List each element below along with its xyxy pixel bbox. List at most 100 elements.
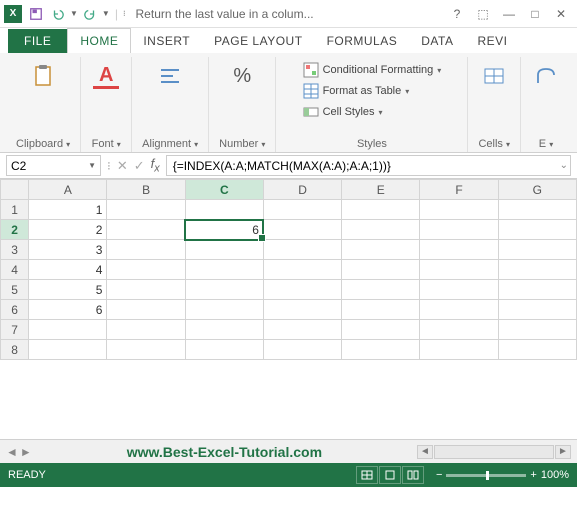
cell[interactable] (420, 340, 498, 360)
cell-C2[interactable]: 6 (185, 220, 263, 240)
undo-button[interactable] (48, 4, 68, 24)
cell[interactable] (263, 240, 341, 260)
cell[interactable] (498, 320, 576, 340)
cell[interactable] (107, 320, 185, 340)
row-header-2[interactable]: 2 (1, 220, 29, 240)
cell[interactable] (342, 200, 420, 220)
cell-styles-button[interactable]: Cell Styles ▾ (303, 103, 383, 121)
name-box-dropdown[interactable]: ▼ (88, 161, 96, 170)
cell[interactable] (29, 320, 107, 340)
cell-A3[interactable]: 3 (29, 240, 107, 260)
cell[interactable] (420, 240, 498, 260)
cell[interactable] (342, 300, 420, 320)
cell[interactable] (498, 240, 576, 260)
save-button[interactable] (26, 4, 46, 24)
cell-A5[interactable]: 5 (29, 280, 107, 300)
tab-file[interactable]: FILE (8, 29, 67, 53)
cell[interactable] (263, 300, 341, 320)
row-header-1[interactable]: 1 (1, 200, 29, 220)
row-header-7[interactable]: 7 (1, 320, 29, 340)
cell[interactable] (185, 320, 263, 340)
cell[interactable] (342, 260, 420, 280)
cell[interactable] (263, 260, 341, 280)
cell[interactable] (263, 200, 341, 220)
row-header-6[interactable]: 6 (1, 300, 29, 320)
clipboard-button[interactable] (28, 61, 58, 91)
number-launcher[interactable]: ▾ (261, 140, 265, 149)
view-page-break-button[interactable] (402, 466, 424, 484)
cell[interactable] (107, 200, 185, 220)
cell[interactable] (498, 260, 576, 280)
cell[interactable] (498, 300, 576, 320)
hscroll-right[interactable]: ► (555, 445, 571, 459)
format-as-table-button[interactable]: Format as Table ▾ (303, 82, 410, 100)
redo-dropdown[interactable]: ▼ (102, 9, 110, 18)
cell[interactable] (185, 340, 263, 360)
maximize-button[interactable]: □ (523, 4, 547, 24)
cell[interactable] (342, 320, 420, 340)
cell[interactable] (420, 300, 498, 320)
clipboard-launcher[interactable]: ▾ (66, 140, 70, 149)
cell[interactable] (185, 240, 263, 260)
tab-data[interactable]: DATA (409, 29, 465, 53)
select-all-corner[interactable] (1, 180, 29, 200)
help-button[interactable]: ? (445, 4, 469, 24)
cell[interactable] (185, 200, 263, 220)
cells-launcher[interactable]: ▾ (506, 140, 510, 149)
close-button[interactable]: ✕ (549, 4, 573, 24)
cell[interactable] (107, 280, 185, 300)
name-box[interactable]: C2 ▼ (6, 155, 101, 176)
font-button[interactable]: A (91, 61, 121, 91)
cell[interactable] (420, 200, 498, 220)
cell-A1[interactable]: 1 (29, 200, 107, 220)
col-header-D[interactable]: D (263, 180, 341, 200)
hscroll-bar[interactable] (434, 445, 554, 459)
cell[interactable] (185, 280, 263, 300)
cell[interactable] (107, 340, 185, 360)
qat-customize[interactable]: ⁝ (123, 9, 126, 18)
alignment-launcher[interactable]: ▾ (194, 140, 198, 149)
zoom-slider[interactable] (446, 474, 526, 477)
ribbon-toggle-button[interactable]: ⬚ (471, 4, 495, 24)
cell[interactable] (263, 320, 341, 340)
tab-formulas[interactable]: FORMULAS (315, 29, 410, 53)
number-button[interactable]: % (227, 61, 257, 91)
zoom-out-button[interactable]: − (436, 469, 442, 481)
cell[interactable] (498, 340, 576, 360)
redo-button[interactable] (80, 4, 100, 24)
cell-A4[interactable]: 4 (29, 260, 107, 280)
cell[interactable] (420, 280, 498, 300)
sheet-tab-link[interactable]: www.Best-Excel-Tutorial.com (38, 444, 411, 460)
sheet-next-button[interactable]: ► (20, 445, 32, 459)
fx-icon[interactable]: fx (151, 156, 160, 175)
enter-formula-button[interactable]: ✓ (134, 158, 145, 174)
editing-button[interactable] (531, 61, 561, 91)
col-header-C[interactable]: C (185, 180, 263, 200)
alignment-button[interactable] (155, 61, 185, 91)
cell-A2[interactable]: 2 (29, 220, 107, 240)
view-page-layout-button[interactable] (379, 466, 401, 484)
formula-bar[interactable]: {=INDEX(A:A;MATCH(MAX(A:A);A:A;1))} ⌄ (166, 155, 571, 176)
cell[interactable] (107, 240, 185, 260)
row-header-3[interactable]: 3 (1, 240, 29, 260)
cell[interactable] (420, 260, 498, 280)
col-header-A[interactable]: A (29, 180, 107, 200)
col-header-B[interactable]: B (107, 180, 185, 200)
cell[interactable] (342, 280, 420, 300)
row-header-8[interactable]: 8 (1, 340, 29, 360)
name-box-more[interactable]: ⁝ (107, 159, 111, 173)
cell[interactable] (185, 260, 263, 280)
spreadsheet-grid[interactable]: A B C D E F G 11 226 33 44 55 66 7 8 (0, 179, 577, 360)
cell[interactable] (342, 240, 420, 260)
font-launcher[interactable]: ▾ (117, 140, 121, 149)
cell[interactable] (498, 220, 576, 240)
cell[interactable] (498, 200, 576, 220)
cell[interactable] (263, 340, 341, 360)
conditional-formatting-button[interactable]: Conditional Formatting ▾ (303, 61, 442, 79)
col-header-G[interactable]: G (498, 180, 576, 200)
zoom-value[interactable]: 100% (541, 469, 569, 481)
zoom-in-button[interactable]: + (530, 469, 536, 481)
cell[interactable] (342, 220, 420, 240)
cancel-formula-button[interactable]: ✕ (117, 158, 128, 174)
cell[interactable] (263, 280, 341, 300)
